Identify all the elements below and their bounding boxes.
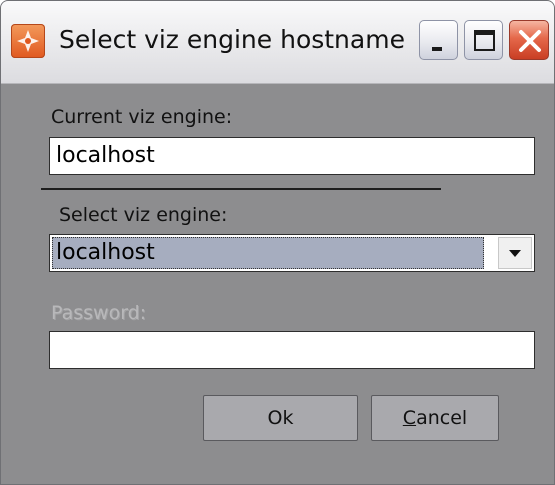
select-engine-label: Select viz engine: [59, 204, 228, 226]
current-engine-field[interactable]: localhost [49, 137, 535, 175]
dialog-body: Current viz engine: localhost Select viz… [9, 84, 546, 484]
chevron-down-icon [509, 250, 521, 257]
title-bar[interactable]: Select viz engine hostname [1, 1, 554, 84]
password-label: Password: [51, 302, 147, 324]
separator [41, 188, 441, 190]
password-field[interactable] [49, 331, 535, 369]
ok-button[interactable]: Ok [203, 395, 358, 441]
window-title: Select viz engine hostname [59, 25, 405, 54]
close-icon [519, 30, 541, 52]
cancel-button[interactable]: Cancel [371, 395, 499, 441]
close-button[interactable] [509, 20, 549, 60]
maximize-button[interactable] [464, 20, 503, 60]
cancel-label: Cancel [402, 407, 468, 429]
app-icon[interactable] [11, 24, 45, 58]
select-engine-dropdown[interactable]: localhost [49, 234, 535, 272]
select-engine-value[interactable]: localhost [52, 237, 484, 269]
minimize-button[interactable] [419, 20, 458, 60]
minimize-icon [432, 47, 442, 51]
dialog-window: Select viz engine hostname Current viz e… [0, 0, 555, 485]
current-engine-label: Current viz engine: [51, 106, 233, 128]
dropdown-arrow-button[interactable] [498, 237, 532, 269]
